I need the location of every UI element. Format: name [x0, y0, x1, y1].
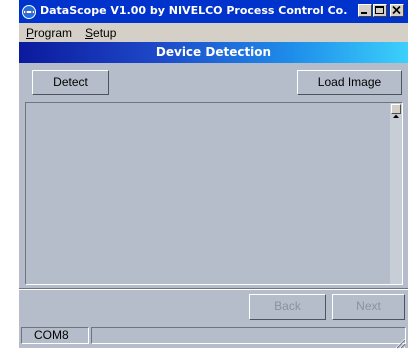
status-port-text: COM8 — [34, 328, 69, 342]
menu-program-mnemonic: P — [26, 26, 35, 40]
menu-program-label: rogram — [34, 26, 73, 40]
device-list[interactable] — [25, 102, 403, 285]
next-button-label: Next — [356, 299, 381, 313]
window-title: DataScope V1.00 by NIVELCO Process Contr… — [40, 4, 348, 17]
minimize-icon — [359, 5, 371, 16]
detect-button[interactable]: Detect — [32, 70, 109, 95]
next-button[interactable]: Next — [332, 294, 405, 320]
load-image-button-label: Load Image — [317, 75, 382, 89]
menu-program[interactable]: Program — [26, 26, 72, 40]
maximize-icon — [374, 5, 386, 16]
status-message — [91, 327, 406, 344]
status-port: COM8 — [21, 327, 89, 344]
close-icon — [391, 5, 403, 16]
maximize-button[interactable] — [373, 4, 387, 17]
menu-setup[interactable]: Setup — [85, 26, 116, 40]
close-button[interactable] — [390, 4, 404, 17]
back-button-label: Back — [274, 299, 301, 313]
title-bar[interactable]: DataScope V1.00 by NIVELCO Process Contr… — [19, 0, 408, 23]
app-icon[interactable] — [22, 4, 36, 19]
scroll-up-button[interactable] — [391, 104, 401, 118]
menu-bar: Program Setup — [19, 23, 408, 42]
resize-grip-icon[interactable] — [394, 334, 406, 349]
minimize-button[interactable] — [358, 4, 372, 17]
app-window: DataScope V1.00 by NIVELCO Process Contr… — [19, 0, 408, 349]
divider-highlight — [19, 289, 408, 290]
page-header: Device Detection — [19, 42, 408, 63]
status-bar: COM8 — [19, 324, 408, 349]
back-button[interactable]: Back — [249, 294, 326, 320]
detect-button-label: Detect — [53, 75, 88, 89]
vertical-scrollbar[interactable] — [390, 103, 402, 284]
load-image-button[interactable]: Load Image — [297, 70, 402, 95]
scroll-up-arrow-icon — [392, 105, 400, 124]
page-title: Device Detection — [155, 45, 272, 59]
menu-setup-label: etup — [93, 26, 117, 40]
menu-setup-mnemonic: S — [85, 26, 94, 40]
